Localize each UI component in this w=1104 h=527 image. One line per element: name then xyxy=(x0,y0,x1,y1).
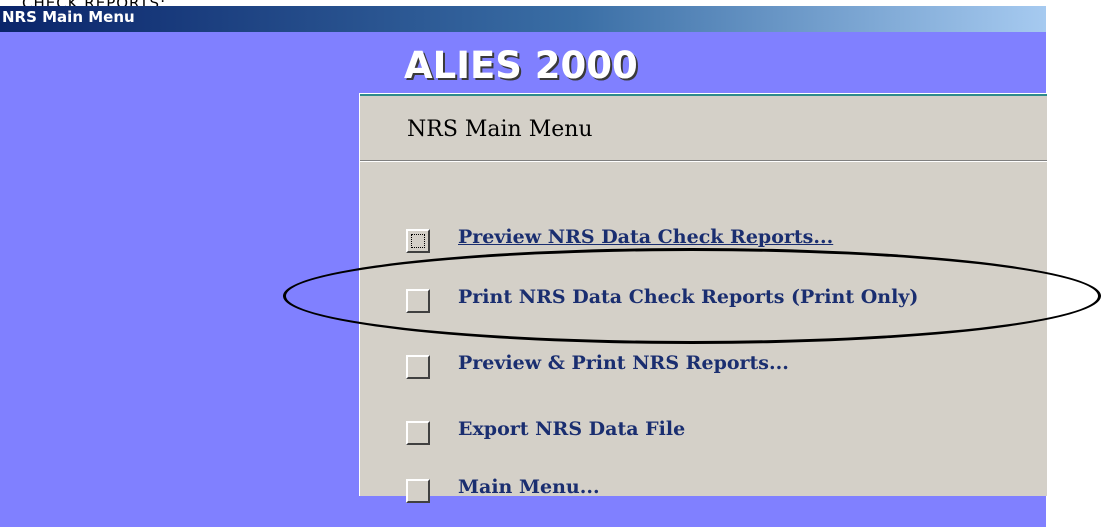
menu-item-print-check-reports[interactable]: Print NRS Data Check Reports (Print Only… xyxy=(406,284,1046,320)
window-title: NRS Main Menu xyxy=(2,8,135,26)
header-divider-highlight xyxy=(360,161,1047,162)
menu-item-label[interactable]: Export NRS Data File xyxy=(458,418,685,440)
menu-item-label[interactable]: Preview & Print NRS Reports... xyxy=(458,352,789,374)
menu-item-main-menu[interactable]: Main Menu... xyxy=(406,474,1046,510)
menu-panel: NRS Main Menu Preview NRS Data Check Rep… xyxy=(359,93,1047,503)
app-title: ALIES 2000 xyxy=(404,44,638,87)
menu-item-label[interactable]: Print NRS Data Check Reports (Print Only… xyxy=(458,286,918,308)
export-data-file-button[interactable] xyxy=(406,421,430,445)
window-title-bar[interactable]: NRS Main Menu xyxy=(0,6,1046,32)
preview-print-reports-button[interactable] xyxy=(406,355,430,379)
menu-item-export-data-file[interactable]: Export NRS Data File xyxy=(406,416,1046,452)
menu-item-preview-print-reports[interactable]: Preview & Print NRS Reports... xyxy=(406,350,1046,386)
panel-accent-line xyxy=(360,94,1047,96)
menu-item-label[interactable]: Preview NRS Data Check Reports... xyxy=(458,226,833,248)
main-menu-button[interactable] xyxy=(406,479,430,503)
print-check-reports-button[interactable] xyxy=(406,289,430,313)
menu-item-preview-check-reports[interactable]: Preview NRS Data Check Reports... xyxy=(406,224,1046,260)
menu-item-label[interactable]: Main Menu... xyxy=(458,476,600,498)
panel-header: NRS Main Menu xyxy=(407,117,593,142)
preview-check-reports-button[interactable] xyxy=(406,229,430,253)
